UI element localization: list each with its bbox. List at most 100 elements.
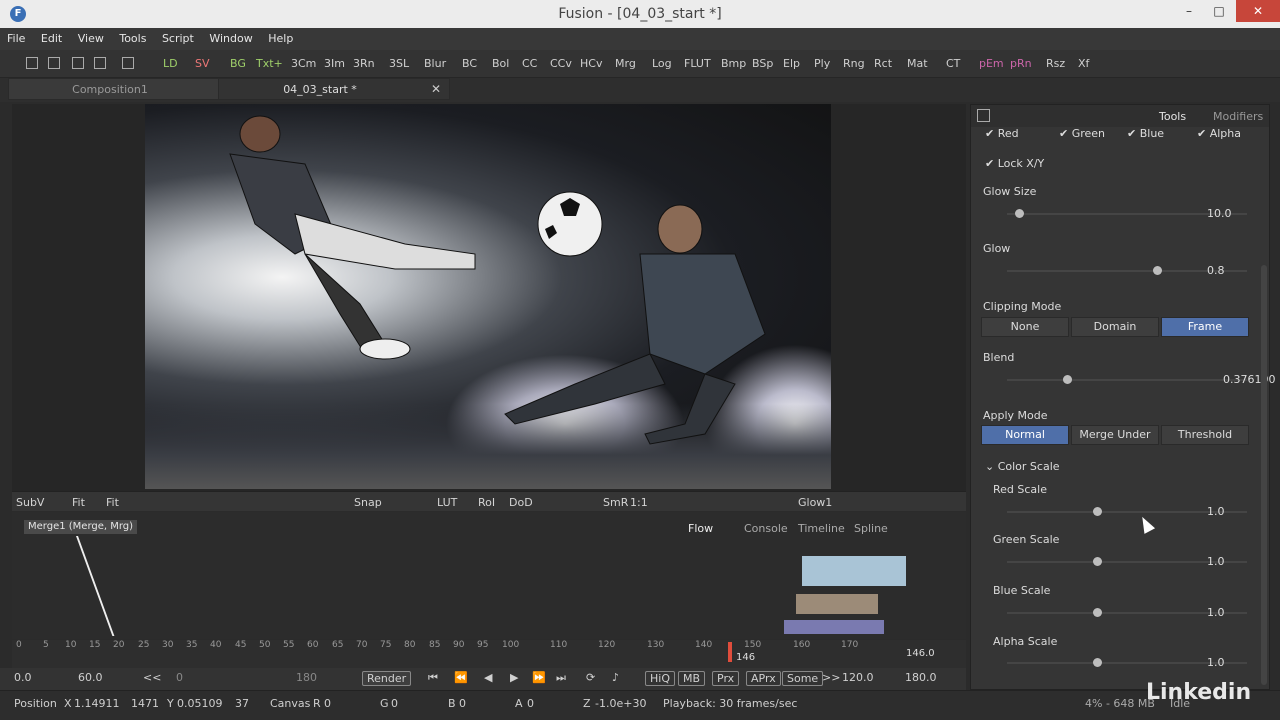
fit-button[interactable]: Fit xyxy=(72,496,85,509)
apply-threshold-button[interactable]: Threshold xyxy=(1161,425,1249,445)
tool-ld[interactable]: LD xyxy=(163,57,178,70)
tool-3im[interactable]: 3Im xyxy=(324,57,345,70)
tool-elp[interactable]: Elp xyxy=(783,57,800,70)
tool-rsz[interactable]: Rsz xyxy=(1046,57,1065,70)
lut-button[interactable]: LUT xyxy=(437,496,457,509)
layout-icon[interactable] xyxy=(94,57,106,69)
dod-button[interactable]: DoD xyxy=(509,496,533,509)
prx-button[interactable]: Prx xyxy=(712,671,740,686)
tab-modifiers[interactable]: Modifiers xyxy=(1213,110,1263,123)
checkbox-green[interactable]: ✔ Green xyxy=(1059,127,1105,140)
render-end[interactable]: 120.0 xyxy=(842,671,874,684)
inspector-scrollbar[interactable] xyxy=(1261,265,1267,685)
global-end[interactable]: 180.0 xyxy=(905,671,937,684)
close-button[interactable]: ✕ xyxy=(1236,0,1280,22)
layout-icon[interactable] xyxy=(26,57,38,69)
play-reverse-icon[interactable]: ◀ xyxy=(484,671,492,684)
minimize-button[interactable]: – xyxy=(1174,0,1204,22)
skip-back-icon[interactable]: ⏮ xyxy=(428,671,438,685)
snap-button[interactable]: Snap xyxy=(354,496,382,509)
clipping-domain-button[interactable]: Domain xyxy=(1071,317,1159,337)
layout-icon[interactable] xyxy=(48,57,60,69)
global-start[interactable]: 0.0 xyxy=(14,671,32,684)
tool-log[interactable]: Log xyxy=(652,57,672,70)
tool-hcv[interactable]: HCv xyxy=(580,57,602,70)
menu-help[interactable]: Help xyxy=(261,28,298,45)
glow-value[interactable]: 0.8 xyxy=(1207,264,1257,277)
tab-timeline[interactable]: Timeline xyxy=(798,522,845,535)
step-back-icon[interactable]: ⏪ xyxy=(454,671,468,684)
tool-rct[interactable]: Rct xyxy=(874,57,892,70)
range-field-end[interactable]: 180 xyxy=(296,671,317,684)
tool-xf[interactable]: Xf xyxy=(1078,57,1089,70)
smr-button[interactable]: SmR xyxy=(603,496,628,509)
loop-icon[interactable]: ⟳ xyxy=(586,671,595,684)
menu-file[interactable]: File xyxy=(0,28,30,45)
tool-cc[interactable]: CC xyxy=(522,57,537,70)
green-scale-value[interactable]: 1.0 xyxy=(1207,555,1257,568)
skip-forward-icon[interactable]: ⏭ xyxy=(556,671,566,685)
tool-3sl[interactable]: 3SL xyxy=(389,57,409,70)
tool-flut[interactable]: FLUT xyxy=(684,57,711,70)
chevron-down-icon[interactable] xyxy=(977,109,990,122)
tool-bg[interactable]: BG xyxy=(230,57,246,70)
tab-spline[interactable]: Spline xyxy=(854,522,888,535)
slider-knob[interactable] xyxy=(1093,608,1102,617)
mb-button[interactable]: MB xyxy=(678,671,706,686)
tool-mat[interactable]: Mat xyxy=(907,57,928,70)
checkbox-lock-xy[interactable]: ✔ Lock X/Y xyxy=(985,157,1044,170)
tab-tools[interactable]: Tools xyxy=(1159,110,1186,123)
render-button[interactable]: Render xyxy=(362,671,412,686)
apply-normal-button[interactable]: Normal xyxy=(981,425,1069,445)
layout-icon[interactable] xyxy=(72,57,84,69)
step-forward-icon[interactable]: ⏩ xyxy=(532,671,546,684)
render-start[interactable]: 60.0 xyxy=(78,671,103,684)
time-ruler[interactable]: 0 5 10 15 20 25 30 35 40 45 50 55 60 65 … xyxy=(12,640,966,668)
tool-3cm[interactable]: 3Cm xyxy=(291,57,316,70)
slider-knob[interactable] xyxy=(1093,658,1102,667)
glow-size-value[interactable]: 10.0 xyxy=(1207,207,1257,220)
slider-knob[interactable] xyxy=(1093,557,1102,566)
color-scale-group[interactable]: ⌄ Color Scale xyxy=(985,460,1060,473)
red-scale-value[interactable]: 1.0 xyxy=(1207,505,1257,518)
print-icon[interactable] xyxy=(122,57,134,69)
merge-node[interactable]: Merge1 (Merge, Mrg) xyxy=(24,520,138,534)
tool-txt[interactable]: Txt+ xyxy=(256,57,283,70)
ratio-button[interactable]: 1:1 xyxy=(630,496,648,509)
tool-3rn[interactable]: 3Rn xyxy=(353,57,375,70)
maximize-button[interactable]: □ xyxy=(1204,0,1234,22)
clipping-frame-button[interactable]: Frame xyxy=(1161,317,1249,337)
tool-bol[interactable]: Bol xyxy=(492,57,509,70)
menu-edit[interactable]: Edit xyxy=(34,28,67,45)
blue-scale-value[interactable]: 1.0 xyxy=(1207,606,1257,619)
blend-slider[interactable] xyxy=(1007,375,1247,384)
menu-tools[interactable]: Tools xyxy=(112,28,151,45)
tab-04-03-start[interactable]: 04_03_start * ✕ xyxy=(218,78,450,100)
inspector-panel[interactable]: Tools Modifiers ✔ Red ✔ Green ✔ Blue ✔ A… xyxy=(970,104,1276,690)
slider-knob[interactable] xyxy=(1063,375,1072,384)
play-icon[interactable]: ▶ xyxy=(510,671,518,684)
flow-panel[interactable]: Merge1 (Merge, Mrg) Flow Console Timelin… xyxy=(12,512,966,639)
menu-view[interactable]: View xyxy=(71,28,109,45)
tool-mrg[interactable]: Mrg xyxy=(615,57,636,70)
viewer[interactable] xyxy=(12,104,966,491)
checkbox-alpha[interactable]: ✔ Alpha xyxy=(1197,127,1241,140)
close-icon[interactable]: ✕ xyxy=(431,82,441,96)
tab-console[interactable]: Console xyxy=(744,522,788,535)
playhead[interactable] xyxy=(728,642,732,662)
tab-flow[interactable]: Flow xyxy=(688,522,713,535)
some-button[interactable]: Some xyxy=(782,671,824,686)
tool-pem[interactable]: pEm xyxy=(979,57,1004,70)
roi-button[interactable]: RoI xyxy=(478,496,495,509)
tool-ply[interactable]: Ply xyxy=(814,57,830,70)
apply-merge-under-button[interactable]: Merge Under xyxy=(1071,425,1159,445)
tool-rng[interactable]: Rng xyxy=(843,57,865,70)
checkbox-blue[interactable]: ✔ Blue xyxy=(1127,127,1164,140)
range-field-start[interactable]: 0 xyxy=(176,671,183,684)
next-key-button[interactable]: >> xyxy=(822,671,840,684)
prev-key-button[interactable]: << xyxy=(143,671,161,684)
menu-window[interactable]: Window xyxy=(202,28,257,45)
subview-button[interactable]: SubV xyxy=(16,496,44,509)
alpha-scale-value[interactable]: 1.0 xyxy=(1207,656,1257,669)
tab-composition1[interactable]: Composition1 ✕ xyxy=(8,78,240,100)
